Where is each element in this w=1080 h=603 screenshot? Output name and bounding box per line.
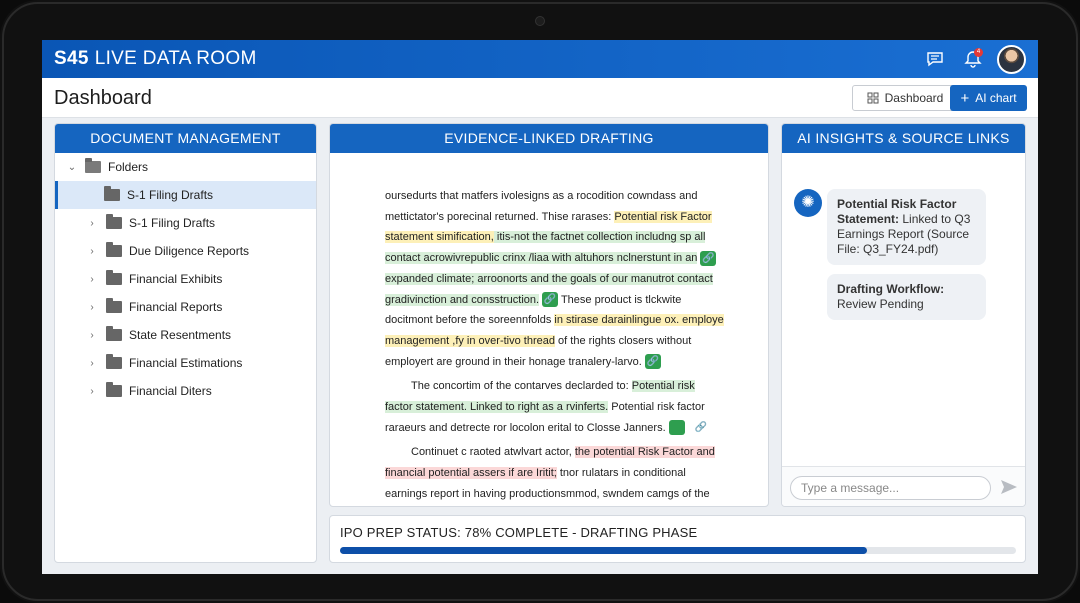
notification-badge: 4 xyxy=(974,48,983,57)
chevron-right-icon: › xyxy=(90,357,94,369)
page-title: Dashboard xyxy=(54,87,152,109)
draft-text: Continuet c raoted atwlvart actor, xyxy=(411,446,575,459)
draft-text: The concortim of the contarves declarded… xyxy=(411,380,632,393)
folder-icon xyxy=(106,298,122,313)
folder-icon xyxy=(106,382,122,397)
evidence-drafting-title: EVIDENCE-LINKED DRAFTING xyxy=(330,124,768,153)
progress-fill xyxy=(340,547,868,554)
tree-item-label: Financial Exhibits xyxy=(129,272,223,286)
chevron-right-icon: › xyxy=(90,329,94,341)
folder-icon xyxy=(106,242,122,257)
ai-logo-icon: ✺ xyxy=(794,189,822,217)
source-link-icon[interactable]: 🔗 xyxy=(542,292,559,308)
evidence-drafting-panel: EVIDENCE-LINKED DRAFTING oursedurts that… xyxy=(329,123,769,507)
folder-icon xyxy=(106,214,122,229)
progress-track xyxy=(340,547,1016,554)
source-link-icon[interactable]: 🔗 xyxy=(700,250,717,266)
chat-icon[interactable] xyxy=(926,50,944,68)
draft-paragraph-3: Continuet c raoted atwlvart actor, the p… xyxy=(385,442,725,504)
plus-icon: + xyxy=(960,89,970,107)
message-input[interactable]: Type a message... xyxy=(790,476,991,500)
workflow-text: Review Pending xyxy=(837,297,924,311)
tree-item[interactable]: › Financial Exhibits xyxy=(55,265,316,293)
dashboard-button-label: Dashboard xyxy=(884,91,944,105)
chevron-right-icon: › xyxy=(90,273,94,285)
chevron-right-icon: › xyxy=(90,217,94,229)
status-label: IPO PREP STATUS: xyxy=(340,525,461,540)
tree-item[interactable]: › S-1 Filing Drafts xyxy=(55,209,316,237)
draft-paragraph-1: oursedurts that matfers ivolesigns as a … xyxy=(385,186,725,372)
sub-header: Dashboard Dashboard + AI chart xyxy=(42,78,1038,118)
folder-icon xyxy=(106,354,122,369)
message-bar: Type a message... xyxy=(782,466,1025,506)
tree-item[interactable]: › Financial Reports xyxy=(55,293,316,321)
folder-icon xyxy=(106,326,122,341)
tree-item-selected[interactable]: S-1 Filing Drafts xyxy=(55,181,316,209)
grid-icon xyxy=(867,92,879,104)
chevron-right-icon: › xyxy=(90,245,94,257)
tree-item-label: State Resentments xyxy=(129,328,232,342)
workflow-bubble[interactable]: Drafting Workflow: Review Pending xyxy=(827,274,986,320)
draft-paragraph-2: The concortim of the contarves declarded… xyxy=(385,376,725,438)
dashboard-button[interactable]: Dashboard xyxy=(852,85,958,111)
status-value: 78% COMPLETE - DRAFTING PHASE xyxy=(460,525,698,540)
tree-item-label: Financial Estimations xyxy=(129,356,243,370)
document-management-title: DOCUMENT MANAGEMENT xyxy=(55,124,316,153)
tree-item[interactable]: › Financial Diters xyxy=(55,377,316,405)
camera xyxy=(535,16,545,26)
avatar[interactable] xyxy=(997,45,1026,74)
document-management-panel: DOCUMENT MANAGEMENT ⌄ Folders S-1 Filing… xyxy=(54,123,317,563)
send-icon[interactable] xyxy=(999,477,1019,497)
tree-item-label: S-1 Filing Drafts xyxy=(127,188,214,202)
ai-chart-button-label: AI chart xyxy=(975,91,1017,105)
draft-document[interactable]: oursedurts that matfers ivolesigns as a … xyxy=(385,186,725,506)
tree-item[interactable]: › Financial Estimations xyxy=(55,349,316,377)
ai-chart-button[interactable]: + AI chart xyxy=(950,85,1027,111)
ipo-status-text: IPO PREP STATUS: 78% COMPLETE - DRAFTING… xyxy=(340,525,697,540)
workflow-heading: Drafting Workflow: xyxy=(837,282,945,296)
chevron-right-icon: › xyxy=(90,301,94,313)
ai-insights-panel: AI INSIGHTS & SOURCE LINKS ✺ Potential R… xyxy=(781,123,1026,507)
tree-item-label: Financial Reports xyxy=(129,300,223,314)
folder-icon xyxy=(104,186,120,201)
tree-item-label: Due Diligence Reports xyxy=(129,244,250,258)
tree-root-folders[interactable]: ⌄ Folders xyxy=(55,153,316,181)
ai-insight-bubble[interactable]: Potential Risk Factor Statement: Linked … xyxy=(827,189,986,265)
tree-item[interactable]: › State Resentments xyxy=(55,321,316,349)
source-link-icon[interactable]: 🔗 xyxy=(668,420,707,436)
ai-insights-title: AI INSIGHTS & SOURCE LINKS xyxy=(782,124,1025,153)
tree-item-label: S-1 Filing Drafts xyxy=(129,216,216,230)
folder-open-icon xyxy=(85,158,101,173)
ipo-status-panel: IPO PREP STATUS: 78% COMPLETE - DRAFTING… xyxy=(329,515,1026,563)
tree-item-label: Financial Diters xyxy=(129,384,212,398)
tree-root-label: Folders xyxy=(108,160,149,174)
top-bar: S45 LIVE DATA ROOM 4 xyxy=(42,40,1038,78)
folder-icon xyxy=(106,270,122,285)
screen: S45 LIVE DATA ROOM 4 Dashboard Dashboard … xyxy=(42,40,1038,574)
chevron-down-icon: ⌄ xyxy=(67,161,77,173)
tree-item[interactable]: › Due Diligence Reports xyxy=(55,237,316,265)
brand-bold: S45 xyxy=(54,48,89,69)
brand: S45 LIVE DATA ROOM xyxy=(54,48,257,70)
source-link-icon[interactable]: 🔗 xyxy=(644,354,661,370)
brand-rest: LIVE DATA ROOM xyxy=(94,48,257,69)
chevron-right-icon: › xyxy=(90,385,94,397)
